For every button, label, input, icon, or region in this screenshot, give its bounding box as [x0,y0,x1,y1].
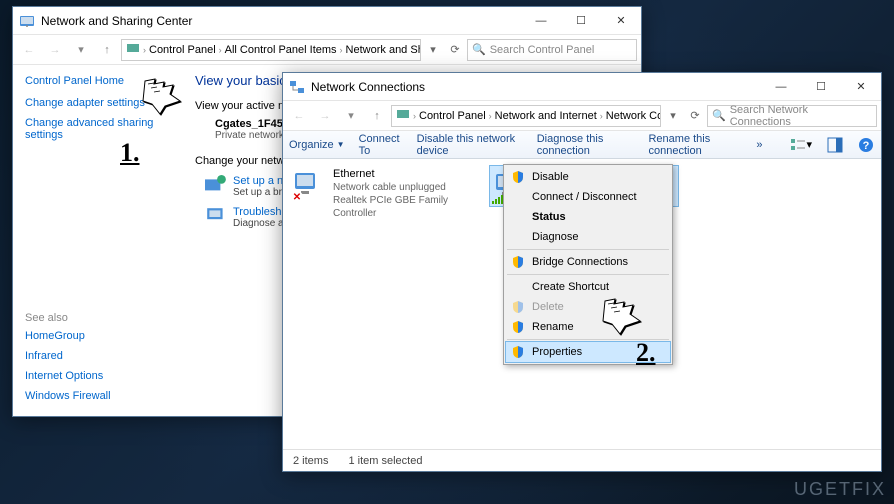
svg-text:?: ? [863,140,870,152]
ethernet-icon: ✕ [291,167,327,203]
more-button[interactable]: » [756,139,762,151]
item-count: 2 items [293,455,328,467]
maximize-button[interactable]: ☐ [561,7,601,35]
dropdown-button[interactable]: ▾ [663,106,683,126]
selected-count: 1 item selected [348,455,422,467]
control-panel-icon [19,13,35,29]
menu-delete: Delete [506,297,670,317]
network-connections-window: Network Connections — ☐ ✕ ← → ▾ ↑ › Cont… [282,72,882,472]
dropdown-button[interactable]: ▾ [423,40,443,60]
shield-icon [511,255,525,269]
shield-icon [511,320,525,334]
titlebar[interactable]: Network and Sharing Center — ☐ ✕ [13,7,641,35]
menu-disable[interactable]: Disable [506,167,670,187]
menu-diagnose[interactable]: Diagnose [506,227,670,247]
organize-menu[interactable]: Organize ▼ [289,139,345,151]
annotation-label-2: 2. [636,338,656,368]
up-button[interactable]: ↑ [95,38,119,62]
diagnose-connection-button[interactable]: Diagnose this connection [537,133,635,157]
breadcrumb[interactable]: › Control Panel › Network and Internet ›… [391,105,661,127]
change-advanced-sharing-link[interactable]: Change advanced sharing settings [25,117,167,141]
shield-icon [511,345,525,359]
network-connections-icon [289,79,305,95]
search-icon: 🔍 [712,109,726,122]
status-bar: 2 items 1 item selected [283,449,881,471]
recent-button[interactable]: ▾ [339,104,363,128]
titlebar[interactable]: Network Connections — ☐ ✕ [283,73,881,101]
forward-button[interactable]: → [313,104,337,128]
rename-connection-button[interactable]: Rename this connection [648,133,742,157]
homegroup-link[interactable]: HomeGroup [25,330,111,342]
search-input[interactable]: 🔍 Search Network Connections [707,105,877,127]
help-button[interactable]: ? [858,135,876,155]
view-options-button[interactable]: ▾ [790,135,812,155]
address-bar: ← → ▾ ↑ › Control Panel › All Control Pa… [13,35,641,65]
shield-icon [511,300,525,314]
control-panel-home-link[interactable]: Control Panel Home [25,75,167,87]
setup-connection-icon [205,175,227,193]
shield-icon [511,170,525,184]
menu-status[interactable]: Status [506,207,670,227]
back-button[interactable]: ← [17,38,41,62]
minimize-button[interactable]: — [761,73,801,101]
preview-pane-button[interactable] [826,135,844,155]
window-title: Network and Sharing Center [41,14,521,28]
refresh-button[interactable]: ⟳ [685,106,705,126]
infrared-link[interactable]: Infrared [25,350,111,362]
up-button[interactable]: ↑ [365,104,389,128]
troubleshoot-icon [205,206,227,224]
toolbar: Organize ▼ Connect To Disable this netwo… [283,131,881,159]
context-menu: Disable Connect / Disconnect Status Diag… [503,164,673,365]
side-panel: Control Panel Home Change adapter settin… [13,65,179,416]
close-button[interactable]: ✕ [601,7,641,35]
breadcrumb-icon [126,41,140,58]
back-button[interactable]: ← [287,104,311,128]
see-also-heading: See also [25,312,111,324]
device-name: Ethernet [333,167,477,181]
search-input[interactable]: 🔍 Search Control Panel [467,39,637,61]
recent-button[interactable]: ▾ [69,38,93,62]
ethernet-device[interactable]: ✕ Ethernet Network cable unplugged Realt… [289,165,479,222]
window-title: Network Connections [311,80,761,94]
search-icon: 🔍 [472,43,486,56]
device-status: Network cable unplugged [333,181,477,194]
change-adapter-settings-link[interactable]: Change adapter settings [25,97,167,109]
device-adapter: Realtek PCIe GBE Family Controller [333,194,477,220]
address-bar: ← → ▾ ↑ › Control Panel › Network and In… [283,101,881,131]
maximize-button[interactable]: ☐ [801,73,841,101]
internet-options-link[interactable]: Internet Options [25,370,111,382]
breadcrumb-icon [396,107,410,124]
close-button[interactable]: ✕ [841,73,881,101]
watermark: UGETFIX [794,479,886,500]
breadcrumb[interactable]: › Control Panel › All Control Panel Item… [121,39,421,61]
menu-create-shortcut[interactable]: Create Shortcut [506,277,670,297]
annotation-label-1: 1. [120,138,140,168]
minimize-button[interactable]: — [521,7,561,35]
forward-button[interactable]: → [43,38,67,62]
menu-rename[interactable]: Rename [506,317,670,337]
menu-bridge-connections[interactable]: Bridge Connections [506,252,670,272]
unplugged-icon: ✕ [291,191,303,203]
connect-to-button[interactable]: Connect To [359,133,403,157]
windows-firewall-link[interactable]: Windows Firewall [25,390,111,402]
content-area[interactable]: ✕ Ethernet Network cable unplugged Realt… [283,159,881,449]
refresh-button[interactable]: ⟳ [445,40,465,60]
disable-device-button[interactable]: Disable this network device [417,133,523,157]
menu-connect-disconnect[interactable]: Connect / Disconnect [506,187,670,207]
